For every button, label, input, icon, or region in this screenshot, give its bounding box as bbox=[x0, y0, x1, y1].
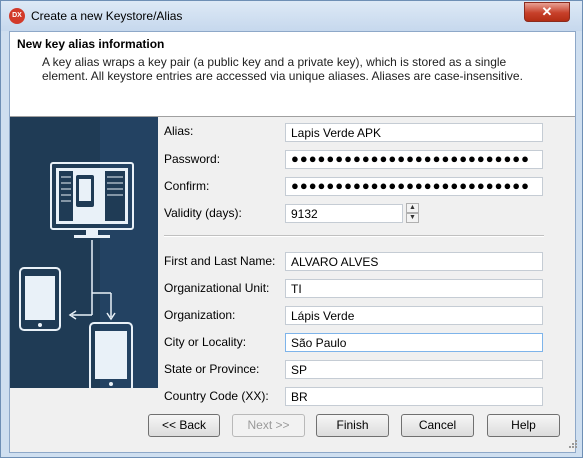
dialog-window: DX Create a new Keystore/Alias ✕ New key… bbox=[0, 0, 583, 458]
validity-label: Validity (days): bbox=[164, 206, 242, 220]
confirm-label: Confirm: bbox=[164, 179, 210, 193]
state-input[interactable] bbox=[285, 360, 543, 379]
city-input[interactable] bbox=[285, 333, 543, 352]
finish-button[interactable]: Finish bbox=[316, 414, 389, 437]
spin-up-icon[interactable]: ▲ bbox=[406, 203, 419, 213]
password-input[interactable]: ●●●●●●●●●●●●●●●●●●●●●●●●●●● bbox=[285, 150, 543, 169]
org-unit-input[interactable] bbox=[285, 279, 543, 298]
validity-days-input[interactable] bbox=[285, 204, 403, 223]
country-code-label: Country Code (XX): bbox=[164, 389, 269, 403]
back-button[interactable]: << Back bbox=[148, 414, 220, 437]
help-button[interactable]: Help bbox=[487, 414, 560, 437]
cancel-button[interactable]: Cancel bbox=[401, 414, 474, 437]
country-code-input[interactable] bbox=[285, 387, 543, 406]
phone-device-icon bbox=[89, 322, 133, 388]
next-button[interactable]: Next >> bbox=[232, 414, 305, 437]
organization-label: Organization: bbox=[164, 308, 236, 322]
first-last-name-input[interactable] bbox=[285, 252, 543, 271]
title-bar[interactable]: DX Create a new Keystore/Alias ✕ bbox=[1, 1, 582, 31]
first-last-name-label: First and Last Name: bbox=[164, 254, 276, 268]
city-label: City or Locality: bbox=[164, 335, 247, 349]
resize-grip-icon[interactable] bbox=[568, 439, 578, 449]
organization-input[interactable] bbox=[285, 306, 543, 325]
header-description: A key alias wraps a key pair (a public k… bbox=[42, 55, 523, 83]
delphi-app-icon: DX bbox=[9, 8, 25, 24]
close-button[interactable]: ✕ bbox=[524, 2, 570, 22]
alias-input[interactable] bbox=[285, 123, 543, 142]
wizard-header: New key alias information A key alias wr… bbox=[10, 32, 575, 117]
org-unit-label: Organizational Unit: bbox=[164, 281, 270, 295]
form-separator bbox=[164, 235, 544, 237]
dialog-content: New key alias information A key alias wr… bbox=[9, 31, 578, 453]
header-title: New key alias information bbox=[17, 37, 165, 51]
device-illustration bbox=[10, 117, 158, 388]
confirm-password-input[interactable]: ●●●●●●●●●●●●●●●●●●●●●●●●●●● bbox=[285, 177, 543, 196]
alias-label: Alias: bbox=[164, 124, 194, 138]
spin-down-icon[interactable]: ▼ bbox=[406, 213, 419, 223]
password-label: Password: bbox=[164, 152, 221, 166]
side-illustration-panel bbox=[10, 117, 158, 388]
window-title: Create a new Keystore/Alias bbox=[31, 9, 183, 23]
state-label: State or Province: bbox=[164, 362, 260, 376]
